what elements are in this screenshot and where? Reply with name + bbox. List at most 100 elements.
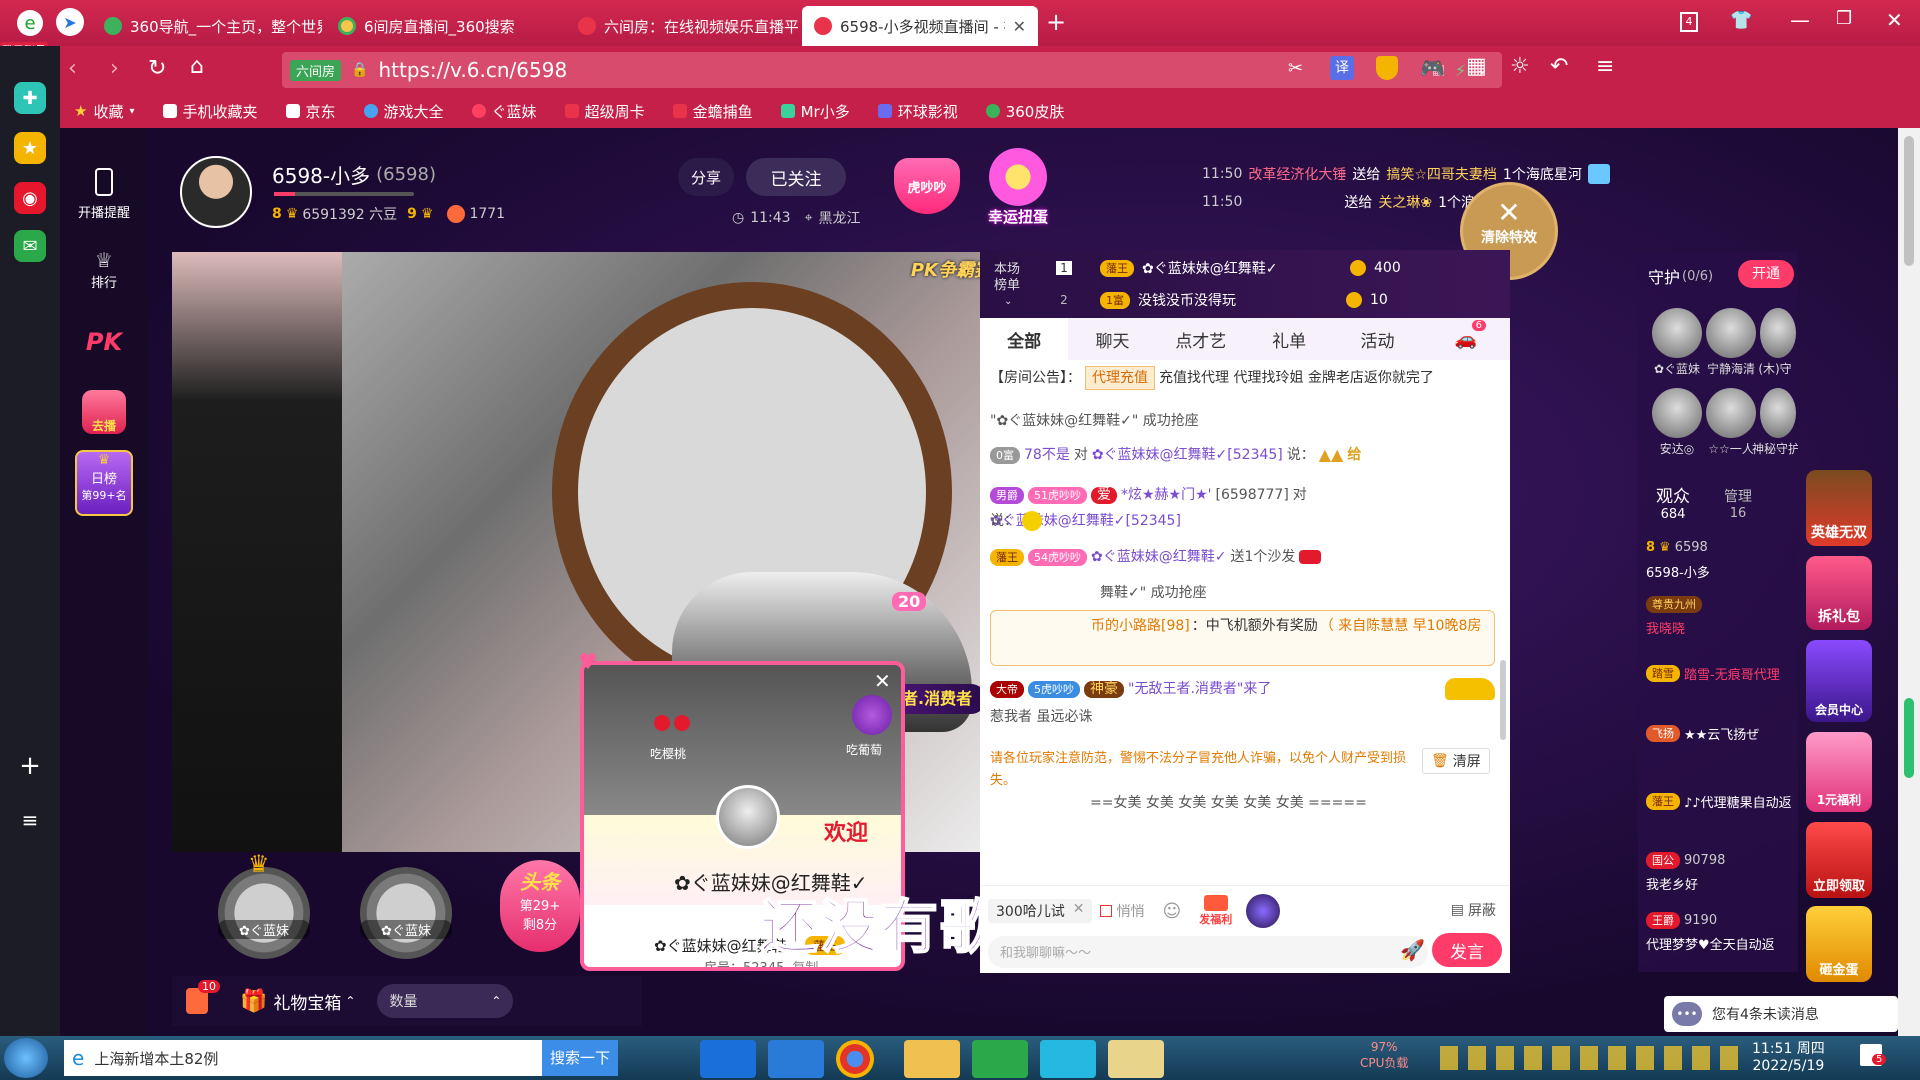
chat-scroll-handle[interactable] xyxy=(1500,660,1506,740)
grid-icon[interactable]: ▦ xyxy=(1466,54,1487,79)
tab-all[interactable]: 全部 xyxy=(980,318,1069,360)
tab-car[interactable]: 🚗 6 xyxy=(1422,318,1510,360)
rocket-icon[interactable]: 🚀 xyxy=(1400,938,1425,962)
huchao-badge[interactable]: 虎吵吵 xyxy=(894,158,960,214)
active-app-icon[interactable] xyxy=(1108,1040,1164,1078)
planet-icon[interactable] xyxy=(1246,894,1281,928)
promo-hero[interactable]: 英雄无双 xyxy=(1806,470,1872,546)
chrome-icon[interactable] xyxy=(836,1040,874,1078)
quantity-input[interactable]: 数量 ⌃ xyxy=(377,984,514,1018)
promo-golden-egg[interactable]: 砸金蛋 xyxy=(1806,906,1872,982)
plus-app-icon[interactable]: ✚ xyxy=(14,82,46,114)
page-scrollbar[interactable] xyxy=(1898,128,1920,1036)
add-icon[interactable]: + xyxy=(14,750,46,782)
weibo-icon[interactable]: ◉ xyxy=(14,182,46,214)
sidebar-item-pk[interactable]: PK xyxy=(60,328,148,356)
block-button[interactable]: ▤ 屏蔽 xyxy=(1451,900,1496,920)
promo-claim[interactable]: 立即领取 xyxy=(1806,822,1872,898)
restore-icon[interactable]: ❐ xyxy=(1836,8,1852,29)
guard-avatar[interactable] xyxy=(1760,388,1796,438)
bookmark-item[interactable]: 金蟾捕鱼 xyxy=(659,101,767,122)
gift-box-button[interactable]: 礼物宝箱 xyxy=(273,989,341,1014)
headline-badge[interactable]: 头条 第29+ 剩8分 xyxy=(500,860,580,952)
tab-search[interactable]: 6间房直播间_360搜索 xyxy=(326,6,562,46)
start-button[interactable] xyxy=(4,1038,48,1078)
chat-input[interactable]: 和我聊聊嘛～～ xyxy=(988,936,1428,968)
ranking-row[interactable]: 2 1富 没钱没币没得玩 10 xyxy=(1056,290,1388,310)
popup-close-icon[interactable]: ✕ xyxy=(874,669,891,693)
game-icon[interactable]: 🎮 xyxy=(1420,56,1445,80)
tab-activity[interactable]: 活动 xyxy=(1333,318,1421,360)
minimize-icon[interactable]: — xyxy=(1790,8,1810,32)
send-button[interactable]: 发言 xyxy=(1432,933,1502,967)
mail-icon[interactable]: ✉ xyxy=(14,230,46,262)
tray-icons[interactable] xyxy=(1440,1046,1740,1070)
benefit-button[interactable]: 发福利 xyxy=(1199,895,1232,927)
sun-icon[interactable]: ☼ xyxy=(1510,54,1530,79)
ie-icon[interactable] xyxy=(768,1040,824,1078)
guard-avatar[interactable] xyxy=(1652,308,1702,358)
recipient-select[interactable]: 300哈儿试 ✕ xyxy=(988,899,1093,923)
bookmark-item[interactable]: Mr小多 xyxy=(767,101,864,122)
cut-icon[interactable]: ✂ xyxy=(1288,58,1303,79)
daily-rank-badge[interactable]: ♛ 日榜 第99+名 xyxy=(60,450,148,516)
guard-avatar[interactable] xyxy=(1760,308,1796,358)
guard-avatar[interactable] xyxy=(1652,388,1702,438)
sidebar-item-broadcast[interactable]: 去播 xyxy=(60,390,148,434)
url-text[interactable]: https://v.6.cn/6598 xyxy=(378,58,567,82)
bookmark-item[interactable]: 京东 xyxy=(272,101,350,122)
back-icon[interactable]: ‹ xyxy=(68,56,77,81)
tab-talent[interactable]: 点才艺 xyxy=(1157,318,1245,360)
notification-icon[interactable]: 5 xyxy=(1860,1044,1887,1066)
tab-giftlist[interactable]: 礼单 xyxy=(1245,318,1333,360)
bookmark-item[interactable]: ★ 收藏 ▾ xyxy=(60,101,149,122)
bookmark-item[interactable]: 手机收藏夹 xyxy=(149,101,272,122)
browser-logo-icon[interactable]: e xyxy=(10,6,50,40)
search-button[interactable]: 搜索一下 xyxy=(541,1040,618,1076)
gift-count-badge[interactable]: 10 xyxy=(186,980,220,1014)
open-guard-button[interactable]: 开通 xyxy=(1738,260,1794,288)
bookmark-item[interactable]: 游戏大全 xyxy=(350,101,458,122)
address-bar[interactable]: 六间房 🔒 https://v.6.cn/6598 ▦ ⚡ ⌄ xyxy=(282,52,1502,88)
browser-360-icon[interactable] xyxy=(972,1040,1028,1078)
sidebar-item-ranking[interactable]: ♕ 排行 xyxy=(60,248,148,291)
promo-gift-pack[interactable]: 拆礼包 xyxy=(1806,556,1872,630)
window-close-icon[interactable]: ✕ xyxy=(1886,8,1903,32)
seat-2[interactable] xyxy=(360,867,452,959)
favorite-star-icon[interactable]: ★ xyxy=(14,132,46,164)
ranking-title[interactable]: 本场榜单 xyxy=(994,262,1030,294)
close-icon[interactable]: ✕ xyxy=(1013,17,1026,36)
taskbar-search[interactable]: e 上海新增本土82例 搜索一下 xyxy=(64,1040,618,1076)
home-icon[interactable]: ⌂ xyxy=(190,54,204,79)
menu-icon[interactable]: ≡ xyxy=(1596,54,1614,79)
tab-active-room[interactable]: 6598-小多视频直播间 - 在线 ✕ xyxy=(802,6,1038,46)
bookmark-item[interactable]: 超级周卡 xyxy=(551,101,659,122)
translate-icon[interactable]: 译 xyxy=(1330,56,1354,80)
tab-admin[interactable]: 管理 16 xyxy=(1724,486,1752,521)
sidebar-item-reminder[interactable]: 开播提醒 xyxy=(60,168,148,221)
forward-icon[interactable]: › xyxy=(110,56,119,81)
new-tab-button[interactable]: + xyxy=(1046,8,1066,36)
guard-avatar[interactable] xyxy=(1706,308,1756,358)
tab-audience[interactable]: 观众 684 xyxy=(1656,482,1690,522)
reload-icon[interactable]: ↻ xyxy=(148,56,166,81)
bookmark-item[interactable]: ぐ蓝妹 xyxy=(458,101,551,122)
chat-messages[interactable]: 【房间公告】： 代理充值 充值找代理 代理找玲姐 金牌老店返你就完了 "✿ぐ蓝妹… xyxy=(980,360,1510,885)
promo-member-center[interactable]: 会员中心 xyxy=(1806,640,1872,722)
bookmark-item[interactable]: 360皮肤 xyxy=(972,101,1079,122)
lucky-egg-button[interactable]: 幸运扭蛋 xyxy=(978,148,1058,226)
tab-360-home[interactable]: 360导航_一个主页，整个世界 xyxy=(92,6,322,46)
share-button[interactable]: 分享 xyxy=(678,158,734,196)
ranking-row[interactable]: 1 藩王 ✿ぐ蓝妹妹@红舞鞋✓ 400 xyxy=(1056,258,1401,278)
undo-icon[interactable]: ↶ xyxy=(1550,54,1568,79)
guard-avatar[interactable] xyxy=(1706,388,1756,438)
list-icon[interactable]: ≡ xyxy=(14,804,46,836)
unread-messages[interactable]: ••• 您有4条未读消息 xyxy=(1664,996,1898,1032)
clear-screen-button[interactable]: 🗑 清屏 xyxy=(1422,748,1490,774)
tab-count-icon[interactable]: 4 xyxy=(1680,12,1698,32)
chevron-down-icon[interactable]: ⌄ xyxy=(1004,296,1012,307)
tab-chat[interactable]: 聊天 xyxy=(1068,318,1156,360)
close-icon[interactable]: ✕ xyxy=(1073,901,1085,921)
lightning-icon[interactable]: ⚡ xyxy=(1455,61,1466,80)
whisper-checkbox[interactable]: 悄悄 xyxy=(1100,901,1144,921)
